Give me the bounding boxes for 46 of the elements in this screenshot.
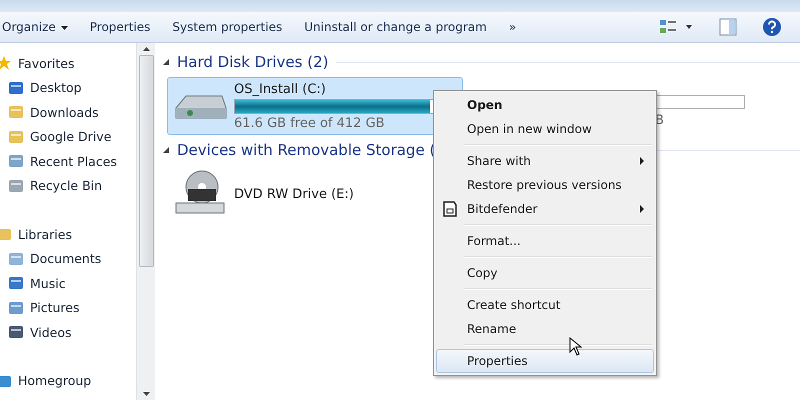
toolbar-button[interactable]: Organize [0,14,80,40]
menu-item[interactable]: Copy [436,261,654,285]
nav-item[interactable]: Libraries [0,222,136,246]
drive-name: DVD RW Drive (E:) [234,186,354,202]
nav-item-icon [8,250,24,267]
nav-item-icon [8,153,24,170]
menu-item[interactable]: Properties [436,349,654,373]
drive-name: OS_Install (C:) [234,82,327,96]
toolbar-button[interactable]: Properties [78,14,162,40]
submenu-arrow-icon [640,205,644,213]
toolbar-button[interactable]: » [496,14,528,40]
nav-item[interactable]: Homegroup [0,368,136,393]
nav-item-icon [8,178,24,194]
nav-item[interactable]: Google Drive [0,124,136,149]
nav-item-icon [0,55,12,72]
nav-item[interactable]: Favorites [0,51,136,76]
free-space-text: 61.6 GB free of 412 GB [234,116,386,130]
nav-item-icon [8,300,24,316]
nav-item-icon [8,275,24,292]
preview-pane-icon[interactable] [718,17,738,37]
nav-item[interactable]: Desktop [0,76,136,100]
menu-item[interactable]: Create shortcut [436,293,654,317]
nav-item-icon [8,324,24,340]
nav-item[interactable]: Music [0,271,136,296]
menu-item[interactable]: Rename [436,317,654,341]
scrollbar[interactable] [136,43,155,400]
toolbar-button[interactable]: Uninstall or change a program [292,14,499,40]
nav-item[interactable]: Documents [0,246,136,271]
nav-item[interactable]: Pictures [0,296,136,320]
nav-item[interactable]: Recycle Bin [0,174,136,198]
help-icon[interactable] [762,17,782,37]
nav-item[interactable]: Recent Places [0,149,136,174]
drive-tile[interactable]: OS_Install (C:) 61.6 GB free of 412 GB [167,77,463,135]
nav-item-icon [0,226,12,242]
group-heading[interactable]: Hard Disk Drives (2) [177,53,328,71]
nav-item-icon [8,80,24,96]
nav-item[interactable]: Downloads [0,100,136,124]
scroll-up-icon[interactable] [142,47,150,51]
toolbar-button[interactable]: System properties [160,14,294,40]
nav-item[interactable]: Videos [0,320,136,344]
nav-item-icon [8,128,24,145]
submenu-arrow-icon [640,157,644,165]
nav-item-icon [8,104,24,120]
caret-icon [60,26,68,30]
menu-item[interactable]: Format... [436,229,654,253]
scroll-down-icon[interactable] [142,392,150,396]
